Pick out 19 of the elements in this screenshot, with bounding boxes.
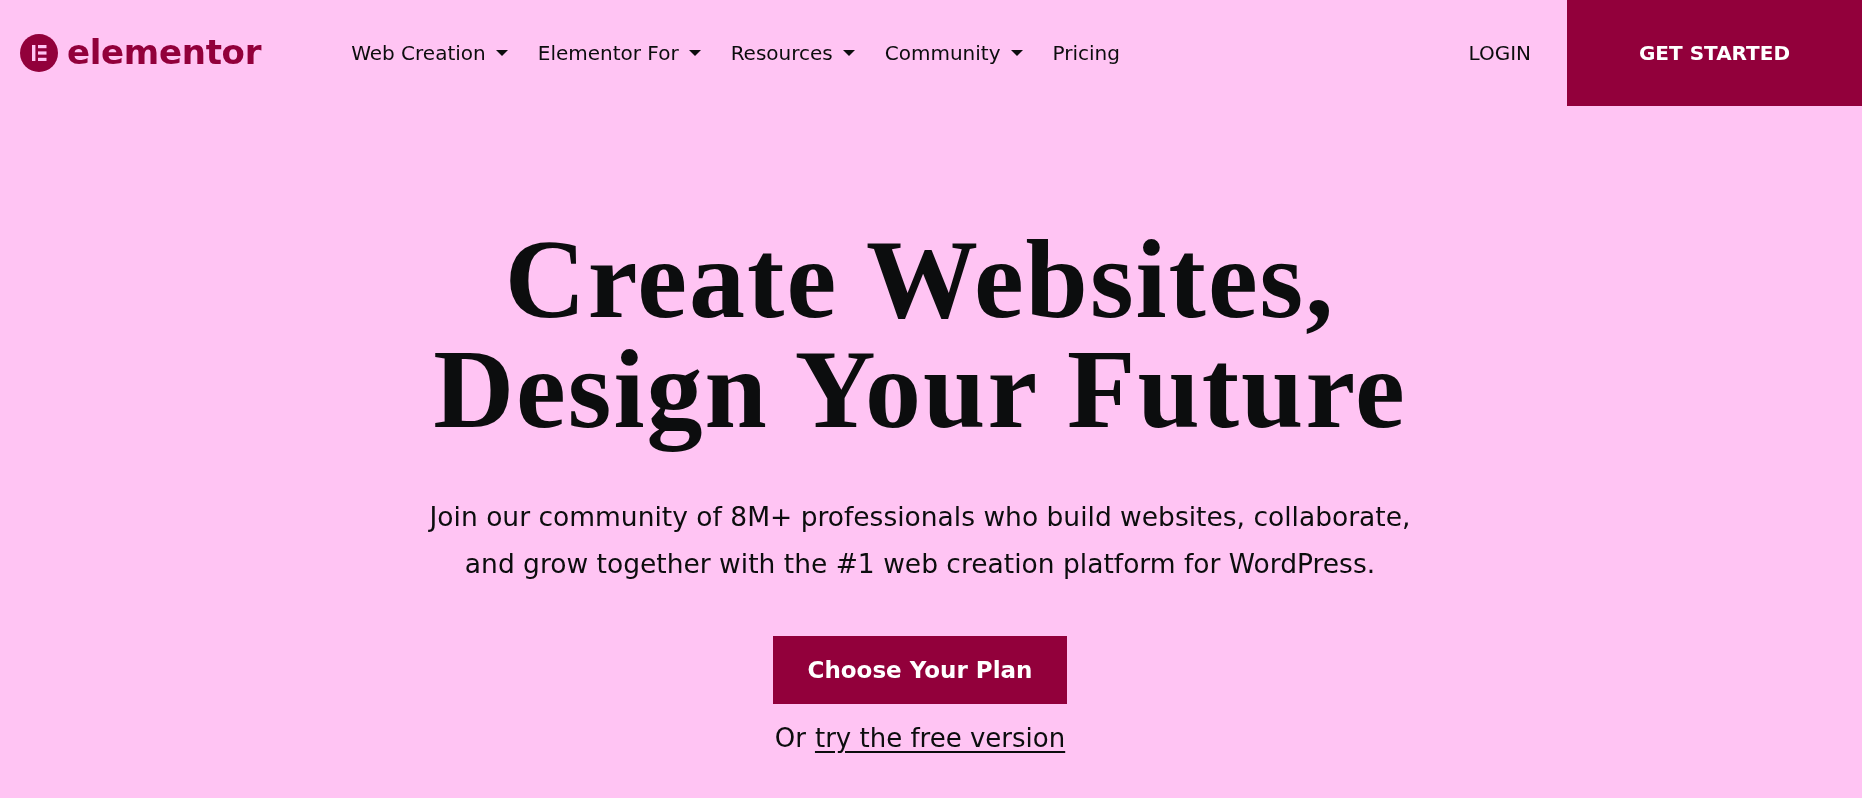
nav-link[interactable]: Pricing: [1052, 41, 1120, 65]
nav-link[interactable]: Elementor For: [537, 41, 701, 65]
caret-icon: [688, 50, 701, 56]
nav-link[interactable]: Web Creation: [351, 41, 508, 65]
nav-link[interactable]: Community: [884, 41, 1023, 65]
logo-wordmark: elementor: [67, 34, 262, 72]
caret-icon: [1010, 50, 1023, 56]
caret-icon: [495, 50, 508, 56]
choose-plan-button[interactable]: Choose Your Plan: [773, 636, 1067, 704]
or-text: Or: [774, 722, 806, 754]
get-started-button[interactable]: GET STARTED: [1567, 0, 1862, 106]
caret-icon: [842, 50, 855, 56]
hero-subtitle: Join our community of 8M+ professionals who build websites, collaborate, and grow together with the #1 web creation platform for WordPress.: [427, 500, 1412, 581]
hero-headline: Create Websites, Design Your Future: [432, 216, 1408, 454]
nav-link[interactable]: Resources: [730, 41, 855, 65]
login-link[interactable]: LOGIN: [1468, 41, 1531, 65]
logo-link[interactable]: elementor: [20, 34, 262, 72]
logo-icon: [20, 34, 58, 72]
free-version-link[interactable]: try the free version: [814, 722, 1066, 754]
